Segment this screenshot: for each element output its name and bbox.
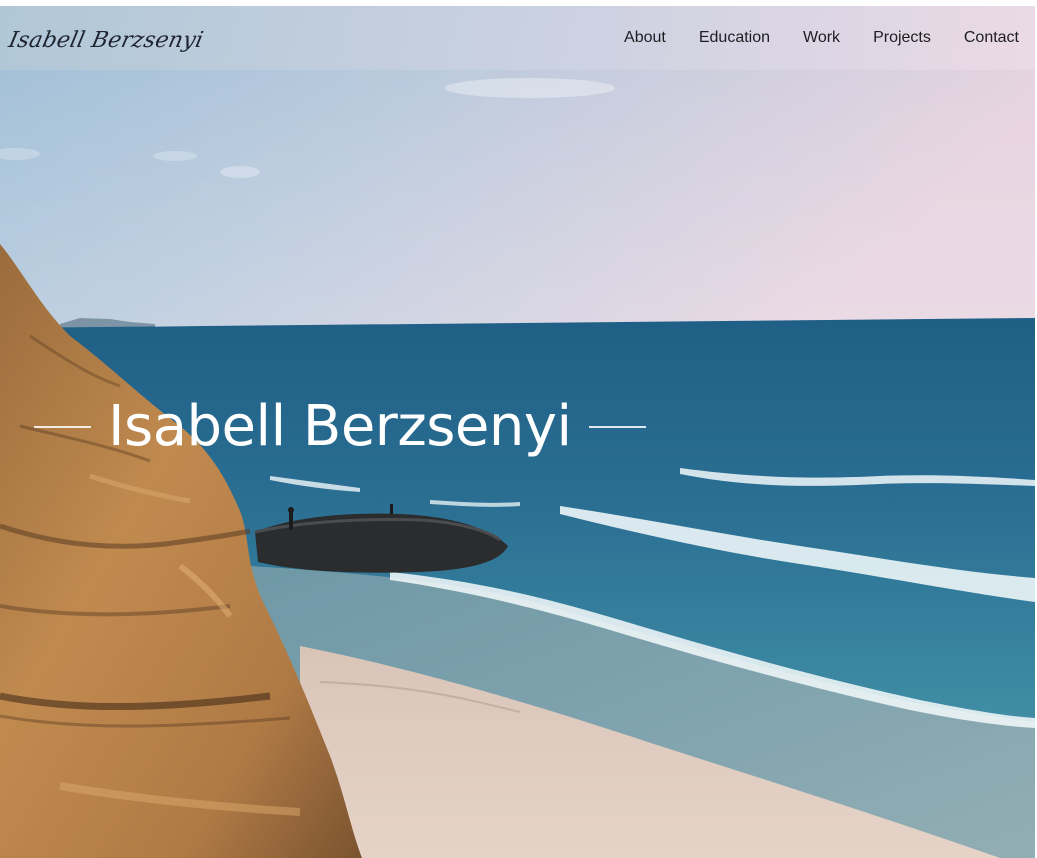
nav-item-projects[interactable]: Projects xyxy=(873,29,931,47)
nav-menu: About Education Work Projects Contact xyxy=(624,29,1019,47)
hero-title-block: Isabell Berzsenyi xyxy=(34,392,646,462)
nav-item-contact[interactable]: Contact xyxy=(964,29,1019,47)
nav-item-work[interactable]: Work xyxy=(803,29,840,47)
nav-item-about[interactable]: About xyxy=(624,29,666,47)
hero-title: Isabell Berzsenyi xyxy=(108,394,572,459)
brand-logo[interactable]: Isabell Berzsenyi xyxy=(6,28,205,53)
title-right-divider xyxy=(588,426,646,428)
title-left-divider xyxy=(34,426,91,428)
top-navbar: Isabell Berzsenyi About Education Work P… xyxy=(0,6,1035,70)
page: Isabell Berzsenyi About Education Work P… xyxy=(0,0,1037,858)
nav-item-education[interactable]: Education xyxy=(699,29,770,47)
